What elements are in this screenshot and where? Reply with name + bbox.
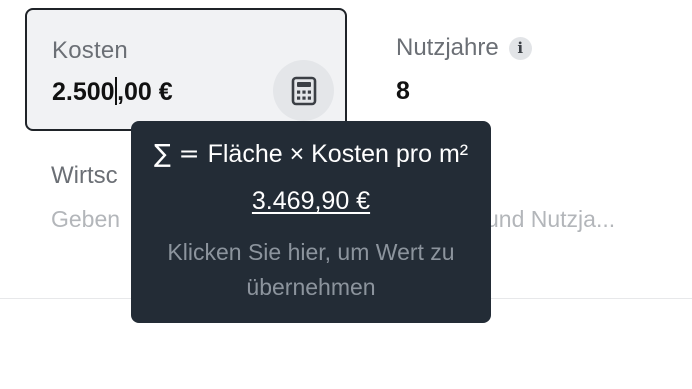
kosten-value-part2: ,00 € xyxy=(117,78,173,106)
info-icon[interactable]: i xyxy=(508,36,532,60)
calculation-tooltip[interactable]: ∑ = Fläche × Kosten pro m² 3.469,90 € Kli… xyxy=(131,121,491,323)
wirtschaftlichkeit-hint-end: und Nutzja... xyxy=(486,206,616,232)
kosten-label: Kosten xyxy=(52,37,128,64)
result-value[interactable]: 3.469,90 € xyxy=(252,187,370,215)
kosten-field[interactable]: Kosten 2.500,00 € xyxy=(25,8,347,131)
kosten-input-value[interactable]: 2.500,00 € xyxy=(52,77,173,107)
sigma-symbol: ∑ = xyxy=(153,139,200,168)
tooltip-formula: ∑ = Fläche × Kosten pro m² xyxy=(131,139,491,169)
nutzjahre-value[interactable]: 8 xyxy=(396,77,410,106)
tooltip-result[interactable]: 3.469,90 € xyxy=(131,187,491,216)
nutzjahre-label: Nutzjahre xyxy=(396,34,499,61)
kosten-value-part1: 2.500 xyxy=(52,78,115,106)
wirtschaftlichkeit-hint-start: Geben xyxy=(51,206,121,232)
calculator-button[interactable] xyxy=(273,60,334,121)
calculator-icon xyxy=(291,76,316,105)
formula-text: Fläche × Kosten pro m² xyxy=(207,140,469,168)
wirtschaftlichkeit-label: Wirtsc xyxy=(51,162,118,189)
nutzjahre-label-row: Nutzjahre i xyxy=(396,34,532,62)
tooltip-hint: Klicken Sie hier, um Wert zu übernehmen xyxy=(167,239,455,300)
